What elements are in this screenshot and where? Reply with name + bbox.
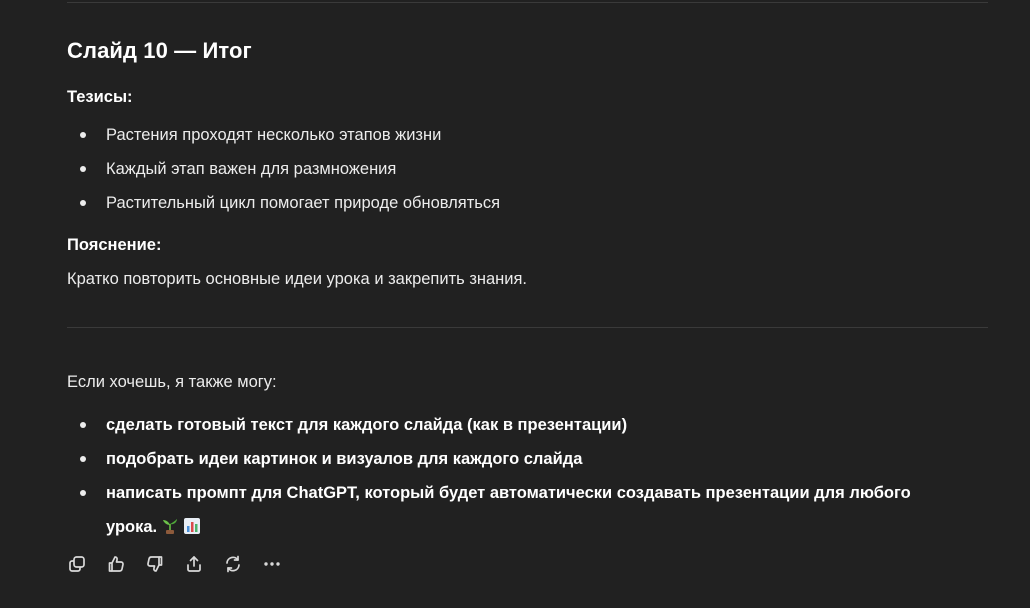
bullet [80, 456, 86, 462]
list-item-text: Растительный цикл помогает природе обнов… [106, 194, 501, 212]
list-item-text: сделать готовый текст для каждого слайда… [106, 416, 628, 434]
thumbs-up-icon [108, 556, 124, 572]
divider [67, 2, 988, 3]
list-item: сделать готовый текст для каждого слайда… [67, 408, 947, 442]
list-item: Каждый этап важен для размножения [67, 158, 500, 192]
list-item-text: Каждый этап важен для размножения [106, 160, 397, 178]
bullet [80, 200, 86, 206]
list-item-text: Растения проходят несколько этапов жизни [106, 126, 442, 144]
bullet [80, 490, 86, 496]
bullet [80, 166, 86, 172]
thumbs-up-button[interactable] [106, 552, 126, 576]
message-actions [67, 552, 282, 576]
explanation-text: Кратко повторить основные идеи урока и з… [67, 270, 528, 288]
copy-icon [69, 556, 85, 572]
share-button[interactable] [184, 552, 204, 576]
copy-button[interactable] [67, 552, 87, 576]
list-item-text: написать промпт для ChatGPT, который буд… [106, 484, 911, 536]
offer-intro: Если хочешь, я также могу: [67, 373, 277, 391]
thumbs-down-icon [147, 556, 163, 572]
explanation-label: Пояснение: [67, 236, 162, 254]
seedling-emoji-icon [163, 519, 178, 534]
list-item: Растительный цикл помогает природе обнов… [67, 192, 500, 226]
more-button[interactable] [262, 552, 282, 576]
theses-label: Тезисы: [67, 88, 133, 106]
bullet [80, 132, 86, 138]
slide-title: Слайд 10 — Итог [67, 38, 252, 63]
theses-list: Растения проходят несколько этапов жизни… [67, 124, 500, 226]
bullet [80, 422, 86, 428]
regenerate-button[interactable] [223, 552, 243, 576]
list-item: подобрать идеи картинок и визуалов для к… [67, 442, 947, 476]
offer-list: сделать готовый текст для каждого слайда… [67, 408, 947, 544]
divider [67, 327, 988, 328]
share-icon [187, 556, 201, 572]
list-item: Растения проходят несколько этапов жизни [67, 124, 500, 158]
bar-chart-emoji-icon [184, 518, 201, 534]
more-icon [264, 562, 280, 566]
thumbs-down-button[interactable] [145, 552, 165, 576]
regenerate-icon [226, 555, 240, 573]
list-item-text: подобрать идеи картинок и визуалов для к… [106, 450, 583, 468]
list-item: написать промпт для ChatGPT, который буд… [67, 476, 947, 544]
